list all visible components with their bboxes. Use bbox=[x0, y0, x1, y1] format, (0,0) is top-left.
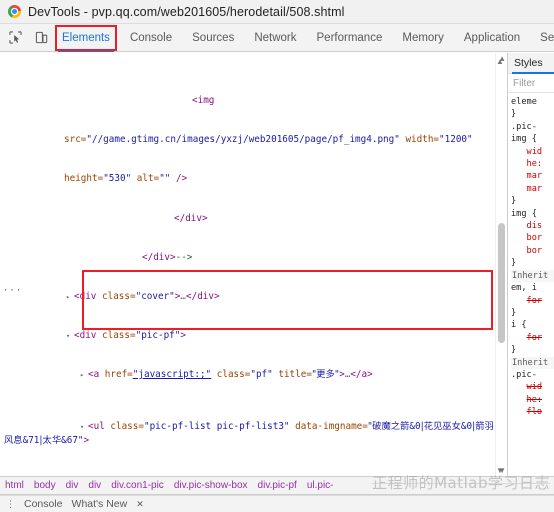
css-property[interactable]: for bbox=[527, 333, 543, 343]
inherited-from-label: Inherit bbox=[511, 356, 554, 369]
dom-tree-scrollbar[interactable]: ▲ ▼ bbox=[495, 53, 507, 476]
tab-console[interactable]: Console bbox=[120, 24, 182, 52]
css-property[interactable]: for bbox=[527, 296, 543, 306]
dom-line[interactable]: ▾ <ul class="pic-pf-list pic-pf-list3" da… bbox=[0, 420, 495, 447]
devtools-window: DevTools - pvp.qq.com/web201605/herodeta… bbox=[0, 0, 554, 512]
window-title: DevTools - pvp.qq.com/web201605/herodeta… bbox=[28, 4, 345, 19]
dom-tree-pane[interactable]: <img src="//game.gtimg.cn/images/yxzj/we… bbox=[0, 53, 495, 476]
css-rule-selector[interactable]: em, i bbox=[511, 283, 537, 293]
tab-performance[interactable]: Performance bbox=[307, 24, 393, 52]
dom-tree-code: <img src="//game.gtimg.cn/images/yxzj/we… bbox=[0, 53, 495, 476]
breadcrumb: html body div div div.con1-pic div.pic-s… bbox=[0, 476, 554, 495]
css-rule-selector[interactable]: img { bbox=[511, 134, 537, 144]
styles-pane[interactable]: Styles Filter eleme } .pic- img { wid he… bbox=[507, 53, 554, 476]
dom-line[interactable]: height="530" alt="" /> bbox=[0, 172, 495, 185]
tab-network[interactable]: Network bbox=[244, 24, 306, 52]
styles-pane-header: Styles bbox=[508, 53, 554, 74]
dom-line[interactable]: src="//game.gtimg.cn/images/yxzj/web2016… bbox=[0, 133, 495, 146]
css-property[interactable]: bor bbox=[527, 246, 543, 256]
tab-elements[interactable]: Elements bbox=[52, 24, 120, 52]
css-rule-selector[interactable]: .pic- bbox=[511, 122, 537, 132]
devtools-tab-strip: Elements Console Sources Network Perform… bbox=[0, 24, 554, 52]
breadcrumb-item-ul-pic[interactable]: ul.pic- bbox=[307, 480, 334, 491]
dom-gutter-ellipsis: ··· bbox=[3, 286, 23, 296]
breadcrumb-item-div[interactable]: div bbox=[66, 480, 79, 491]
tab-application[interactable]: Application bbox=[454, 24, 530, 52]
breadcrumb-item-pic-show-box[interactable]: div.pic-show-box bbox=[174, 480, 248, 491]
tab-memory[interactable]: Memory bbox=[392, 24, 454, 52]
dom-line[interactable]: ▸ <a href="javascript:;" class="pf" title… bbox=[0, 368, 495, 381]
breadcrumb-item-pic-pf[interactable]: div.pic-pf bbox=[258, 480, 297, 491]
chevron-up-icon[interactable]: ▲ bbox=[496, 57, 504, 66]
css-property[interactable]: bor bbox=[527, 233, 543, 243]
dom-line[interactable]: ▸ <div class="cover">…</div> bbox=[0, 290, 495, 303]
styles-filter-row[interactable]: Filter bbox=[508, 74, 554, 93]
tab-sources[interactable]: Sources bbox=[182, 24, 244, 52]
drawer-tab-whats-new[interactable]: What's New bbox=[72, 498, 128, 510]
close-icon[interactable]: ✕ bbox=[136, 499, 144, 510]
styles-rules-list[interactable]: eleme } .pic- img { wid he: mar mar } im… bbox=[508, 93, 554, 476]
css-property[interactable]: he: bbox=[527, 159, 543, 169]
styles-filter-input[interactable]: Filter bbox=[513, 78, 535, 89]
kebab-menu-icon[interactable]: ⋮ bbox=[6, 499, 15, 509]
css-property[interactable]: flo bbox=[527, 407, 543, 417]
devtools-main: <img src="//game.gtimg.cn/images/yxzj/we… bbox=[0, 53, 554, 476]
css-rule-selector[interactable]: eleme bbox=[511, 97, 537, 107]
breadcrumb-item-div-2[interactable]: div bbox=[88, 480, 101, 491]
css-property[interactable]: mar bbox=[527, 171, 543, 181]
inherited-from-label: Inherit bbox=[511, 269, 554, 283]
dom-line[interactable]: </div> bbox=[0, 212, 495, 225]
tab-styles[interactable]: Styles bbox=[508, 57, 543, 69]
breadcrumb-item-html[interactable]: html bbox=[5, 480, 24, 491]
drawer-bar: ⋮ Console What's New ✕ bbox=[0, 495, 554, 512]
dom-line[interactable]: ▾ <div class="pic-pf"> bbox=[0, 329, 495, 342]
dom-line[interactable]: <img bbox=[0, 94, 495, 107]
css-property[interactable]: dis bbox=[527, 221, 543, 231]
styles-tab-underline bbox=[512, 72, 554, 74]
dom-line[interactable]: </div>--> bbox=[0, 251, 495, 264]
css-property[interactable]: mar bbox=[527, 184, 543, 194]
tab-security[interactable]: Security bbox=[530, 24, 554, 52]
css-property[interactable]: wid bbox=[527, 147, 543, 157]
dom-tree-scrollbar-thumb[interactable] bbox=[498, 223, 505, 343]
device-toolbar-icon[interactable] bbox=[30, 27, 52, 49]
drawer-tab-console[interactable]: Console bbox=[24, 498, 63, 510]
breadcrumb-item-con1-pic[interactable]: div.con1-pic bbox=[111, 480, 164, 491]
window-title-bar: DevTools - pvp.qq.com/web201605/herodeta… bbox=[0, 0, 554, 24]
css-property[interactable]: he: bbox=[527, 395, 543, 405]
chevron-down-icon[interactable]: ▼ bbox=[496, 466, 504, 475]
css-property[interactable]: wid bbox=[527, 382, 543, 392]
css-rule-selector[interactable]: i { bbox=[511, 320, 527, 330]
css-rule-selector[interactable]: .pic- bbox=[511, 370, 537, 380]
breadcrumb-item-body[interactable]: body bbox=[34, 480, 56, 491]
inspect-element-icon[interactable] bbox=[4, 27, 26, 49]
css-rule-selector[interactable]: img { bbox=[511, 209, 537, 219]
chrome-logo-icon bbox=[8, 5, 21, 18]
